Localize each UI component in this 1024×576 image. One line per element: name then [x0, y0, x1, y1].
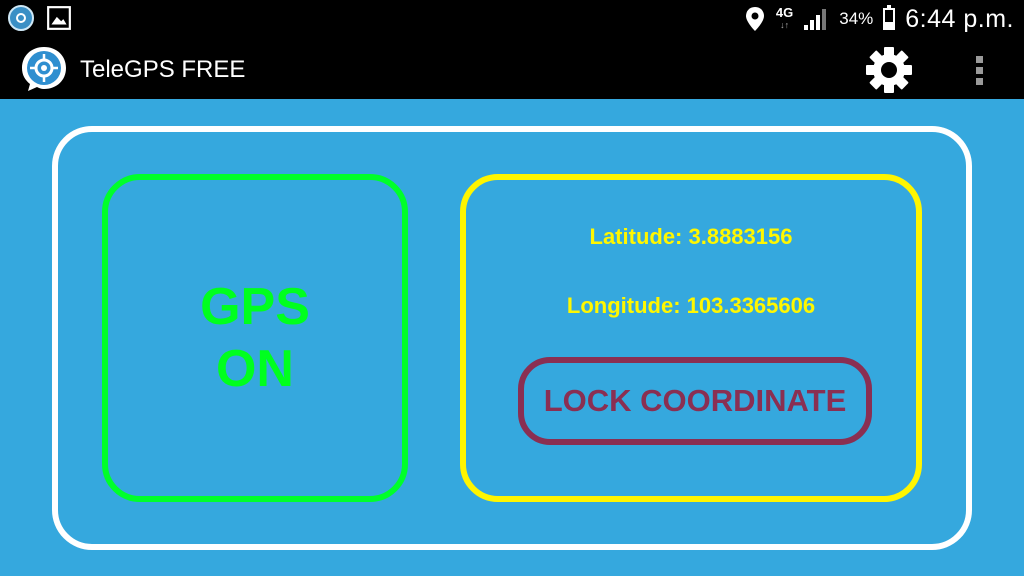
- location-icon: [745, 7, 764, 31]
- battery-percent: 34%: [839, 9, 874, 28]
- clock: 6:44 p.m.: [905, 4, 1014, 33]
- telegps-notification-icon: [8, 5, 34, 31]
- network-type-text: 4G: [775, 5, 794, 20]
- network-type-indicator: 4G ↓↑: [776, 6, 793, 32]
- lock-coordinate-button[interactable]: LOCK COORDINATE: [518, 357, 872, 445]
- coordinates-panel: Latitude: 3.8883156 Longitude: 103.33656…: [460, 174, 922, 502]
- data-activity-arrows: ↓↑: [780, 20, 790, 30]
- system-icons: 4G ↓↑ 34% 6:44 p.m.: [744, 0, 1014, 38]
- gps-state: ON: [215, 340, 294, 398]
- overflow-menu-icon[interactable]: [968, 52, 990, 88]
- gps-status-text: GPS ON: [200, 276, 310, 400]
- latitude-readout: Latitude: 3.8883156: [589, 224, 793, 249]
- longitude-readout: Longitude: 103.3365606: [566, 293, 816, 318]
- notification-icons: [8, 5, 72, 31]
- gps-status-toggle[interactable]: GPS ON: [102, 174, 408, 502]
- signal-strength-icon: [804, 9, 827, 30]
- app-logo-icon: [22, 47, 66, 91]
- settings-gear-icon[interactable]: [864, 45, 914, 95]
- status-bar: 4G ↓↑ 34% 6:44 p.m.: [0, 0, 1024, 38]
- app-title: TeleGPS FREE: [80, 56, 246, 83]
- app-bar: TeleGPS FREE: [0, 38, 1024, 99]
- battery-fill: [885, 21, 894, 28]
- battery-icon: [883, 5, 896, 30]
- image-notification-icon: [47, 6, 71, 30]
- gps-label: GPS: [200, 278, 310, 336]
